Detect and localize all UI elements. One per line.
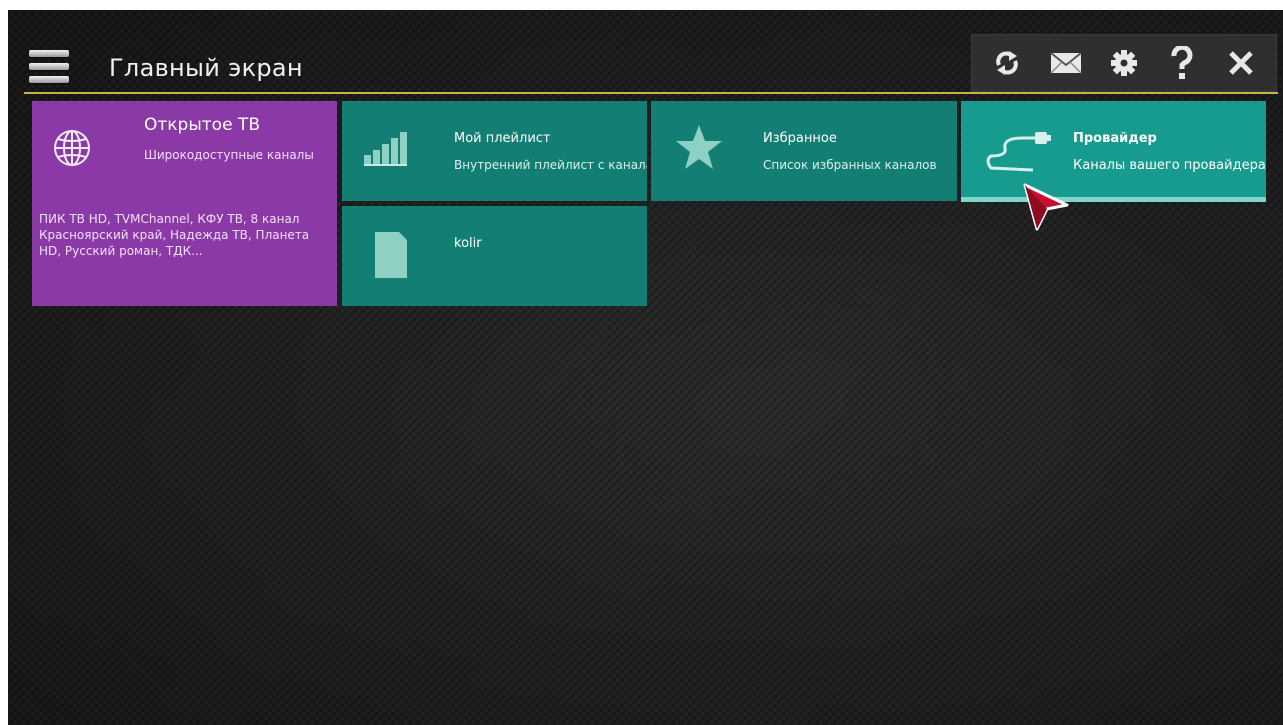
close-icon[interactable] <box>1219 41 1263 85</box>
toolbar <box>971 34 1277 92</box>
tile-subtitle: Внутренний плейлист с каналами <box>454 158 647 172</box>
gear-icon[interactable] <box>1102 41 1146 85</box>
tile-provider[interactable]: Провайдер Каналы вашего провайдера <box>961 101 1266 202</box>
tile-title: Открытое ТВ <box>144 115 260 135</box>
tile-open-tv[interactable]: Открытое ТВ Широкодоступные каналы ПИК Т… <box>32 101 337 306</box>
tile-subtitle: Каналы вашего провайдера <box>1073 158 1266 173</box>
tile-kolir[interactable]: kolir <box>342 206 647 306</box>
star-icon <box>674 123 724 175</box>
tile-subtitle: Широкодоступные каналы <box>144 148 314 162</box>
tile-my-playlist[interactable]: Мой плейлист Внутренний плейлист с канал… <box>342 101 647 201</box>
globe-icon <box>52 128 92 172</box>
help-icon[interactable] <box>1160 41 1204 85</box>
app-screen: Главный экран Открытое ТВ Широкодоступны… <box>8 10 1283 725</box>
selection-indicator <box>961 197 1266 202</box>
refresh-icon[interactable] <box>985 41 1029 85</box>
tile-favorites[interactable]: Избранное Список избранных каналов <box>651 101 957 201</box>
mail-icon[interactable] <box>1044 41 1088 85</box>
tile-title: Избранное <box>763 131 837 146</box>
file-icon <box>373 230 409 284</box>
page-title: Главный экран <box>109 54 303 82</box>
cable-icon <box>983 126 1053 182</box>
tile-title: kolir <box>454 236 482 251</box>
signal-bars-icon <box>362 129 410 171</box>
tile-title: Провайдер <box>1073 131 1157 146</box>
title-divider <box>24 92 1278 94</box>
tile-description: ПИК ТВ HD, TVMChannel, КФУ ТВ, 8 канал К… <box>39 212 310 258</box>
tile-title: Мой плейлист <box>454 131 551 146</box>
hamburger-menu-icon[interactable] <box>29 50 69 84</box>
tile-subtitle: Список избранных каналов <box>763 158 937 172</box>
